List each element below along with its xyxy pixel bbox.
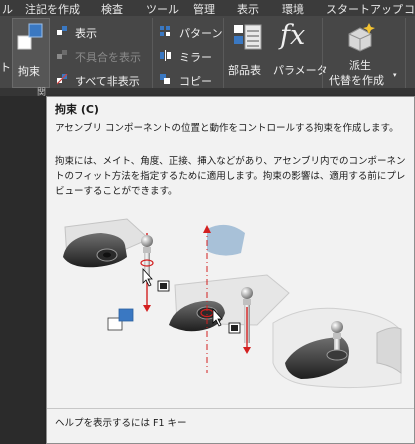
tab-cut-left[interactable]: ル [2, 1, 13, 17]
mirror-button[interactable]: ミラー [179, 49, 212, 65]
bom-icon [234, 24, 262, 50]
show-errors-icon [57, 50, 67, 59]
constraint-icon [107, 308, 134, 331]
bom-button[interactable]: 部品表 [227, 18, 269, 86]
hide-all-icon [57, 74, 68, 85]
mirror-icon [160, 50, 171, 61]
tab-cut-right[interactable]: コ [404, 1, 415, 17]
copy-icon [160, 74, 170, 84]
hide-all-button[interactable]: すべて非表示 [75, 73, 140, 89]
tab-view[interactable]: 表示 [237, 1, 259, 17]
bom-label: 部品表 [228, 64, 261, 77]
ribbon-tab-bar: ル 注記を作成 検査 ツール 管理 表示 環境 スタートアップ コ [0, 0, 415, 16]
tooltip-help-hint: ヘルプを表示するには F1 キー [55, 418, 187, 429]
constraint-button[interactable]: 拘束 [12, 18, 50, 88]
chevron-down-icon: ▾ [393, 71, 397, 79]
derive-button[interactable]: 派生 代替を作成 ▾ [327, 18, 402, 87]
parameters-button[interactable]: fx パラメータ [270, 18, 328, 86]
constraint-illustration [63, 218, 402, 389]
show-constraints-button[interactable]: 表示 [75, 25, 97, 41]
derive-icon [348, 23, 375, 52]
tab-tools[interactable]: ツール [146, 1, 179, 17]
ribbon-panel-title-bar: 関 [0, 88, 415, 98]
tab-annotate[interactable]: 注記を作成 [25, 1, 80, 17]
pattern-button[interactable]: パターン [179, 25, 222, 41]
parameters-label: パラメータ [273, 64, 328, 77]
tab-get-started[interactable]: スタートアップ [326, 1, 403, 17]
illustration-step-3 [272, 307, 402, 389]
pattern-icon [160, 26, 170, 36]
tab-environments[interactable]: 環境 [282, 1, 304, 17]
ribbon-panel-area: ト 拘束 表示 不具合を表示 すべて非表示 パターン ミラー コピー 部品表 f… [0, 16, 415, 88]
constraint-label: 拘束 [18, 65, 40, 78]
tooltip-title: 拘束 (C) [55, 103, 99, 116]
panel-title-label: 関 [37, 88, 47, 98]
ribbon-separator [223, 18, 224, 88]
tooltip-summary: アセンブリ コンポーネントの位置と動作をコントロールする拘束を作成します。 [55, 123, 399, 134]
ribbon-separator [152, 18, 153, 88]
tooltip-divider [47, 408, 414, 409]
fx-icon: fx [280, 20, 306, 51]
tab-manage[interactable]: 管理 [193, 1, 215, 17]
derive-label: 派生 [349, 59, 371, 72]
tooltip-description: 拘束には、メイト、角度、正接、挿入などがあり、アセンブリ内でのコンポーネントのフ… [55, 156, 406, 197]
copy-button[interactable]: コピー [179, 73, 212, 89]
ribbon-cut-label: ト [0, 61, 11, 74]
show-constraints-icon [57, 26, 67, 35]
show-errors-button[interactable]: 不具合を表示 [75, 49, 141, 65]
tab-inspect[interactable]: 検査 [101, 1, 123, 17]
constraint-tooltip: 拘束 (C) アセンブリ コンポーネントの位置と動作をコントロールする拘束を作成… [46, 96, 415, 444]
derive-label-sub: 代替を作成 [329, 74, 384, 87]
illustration-step-1 [63, 218, 170, 312]
illustration-step-2 [169, 224, 290, 373]
ribbon-separator [322, 18, 323, 88]
constraint-icon [17, 23, 43, 50]
ribbon-separator [405, 18, 406, 88]
